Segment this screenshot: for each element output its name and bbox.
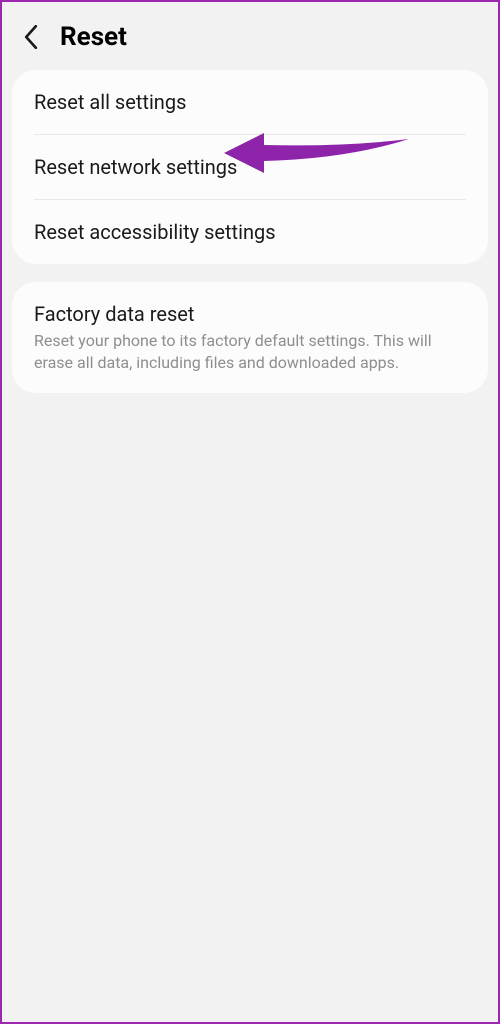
list-item-label: Reset all settings <box>34 90 466 114</box>
page-title: Reset <box>60 22 127 52</box>
list-item-label: Reset accessibility settings <box>34 220 466 244</box>
back-icon[interactable] <box>20 26 42 48</box>
reset-network-settings-item[interactable]: Reset network settings <box>12 135 488 199</box>
reset-accessibility-settings-item[interactable]: Reset accessibility settings <box>12 200 488 264</box>
list-item-label: Factory data reset <box>34 302 466 326</box>
list-item-label: Reset network settings <box>34 155 466 179</box>
factory-reset-card: Factory data reset Reset your phone to i… <box>12 282 488 393</box>
header: Reset <box>2 2 498 70</box>
reset-options-card: Reset all settings Reset network setting… <box>12 70 488 264</box>
list-item-subtitle: Reset your phone to its factory default … <box>34 330 466 373</box>
reset-all-settings-item[interactable]: Reset all settings <box>12 70 488 134</box>
factory-data-reset-item[interactable]: Factory data reset Reset your phone to i… <box>12 282 488 393</box>
